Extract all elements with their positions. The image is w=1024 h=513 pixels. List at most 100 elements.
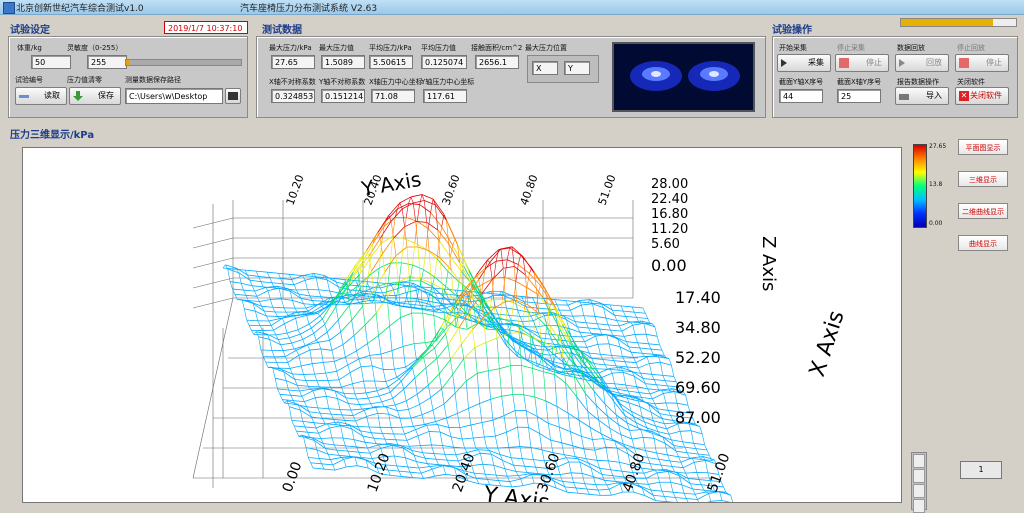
surface-wire [316,424,327,428]
3d-view-button[interactable]: 三维显示 [958,171,1008,187]
surface-wire [440,432,442,446]
y-index-input[interactable]: 25 [837,89,881,103]
surface-wire [448,345,450,360]
pressure-3d-plot[interactable]: 28.0022.4016.8011.205.600.0017.4034.8052… [22,147,902,503]
2d-curve-button[interactable]: 二维曲线显示 [958,203,1008,219]
surface-wire [590,427,601,433]
cursor-tool-icon[interactable] [913,484,925,498]
surface-wire [671,365,673,376]
surface-wire [340,410,342,415]
surface-wire [446,294,448,299]
surface-wire [669,359,671,366]
replay-button[interactable]: 回放 [895,54,949,72]
surface-wire [701,485,703,490]
surface-wire [619,462,621,471]
surface-wire [459,328,461,345]
surface-wire [446,413,457,418]
pan-tool-icon[interactable] [913,469,925,483]
surface-wire [581,304,592,305]
surface-wire [615,315,626,316]
save-path-input[interactable]: C:\Users\w\Desktop [125,88,223,104]
import-button[interactable]: 导入 [895,87,949,105]
stop-icon [959,58,969,68]
minus-icon [19,95,29,98]
surface-wire [514,465,525,466]
surface-wire [509,315,511,320]
browse-button[interactable] [225,88,241,104]
surface-wire [529,351,531,360]
surface-wire [619,322,630,326]
surface-wire [339,380,341,387]
report-label: 报告数据操作 [897,77,939,87]
surface-wire [306,308,308,311]
surface-wire [301,366,303,375]
surface-wire [435,205,437,230]
surface-wire [386,377,397,381]
surface-wire [349,404,360,405]
surface-wire [655,403,666,404]
surface-wire [573,446,575,457]
max-position-group: X Y [527,55,599,83]
corner-value-field[interactable]: 1 [960,461,1002,479]
surface-wire [232,289,243,290]
surface-wire [659,459,661,465]
slider-thumb[interactable] [126,60,129,65]
surface-wire [548,423,559,427]
surface-wire [352,384,354,394]
surface-wire [415,378,417,394]
x-index-input[interactable]: 44 [779,89,823,103]
surface-wire [664,393,666,403]
surface-wire [255,311,257,320]
sensitivity-input[interactable]: 255 [87,55,127,69]
stop-collect-button[interactable]: 停止 [835,54,889,72]
surface-wire [502,396,504,415]
sensitivity-slider[interactable] [125,59,242,66]
graph-tools-palette[interactable] [911,452,927,510]
surface-wire [423,313,434,315]
surface-wire [411,418,413,426]
surface-wire [499,481,510,482]
read-button[interactable]: 读取 [15,87,67,105]
weight-input[interactable]: 50 [31,55,71,69]
surface-wire [549,303,551,309]
surface-wire [435,348,437,358]
surface-wire [394,227,405,238]
plane-view-button[interactable]: 平面图显示 [958,139,1008,155]
save-button-label: 保存 [98,88,114,104]
y-tick-label: 30.60 [535,451,564,494]
surface-wire [392,346,403,350]
measure-section-title: 测试数据 [262,21,302,36]
surface-wire [655,327,657,337]
surface-wire [598,490,600,495]
surface-wire [460,425,471,428]
surface-wire [660,345,662,350]
surface-wire [293,401,304,402]
surface-wire [274,330,276,335]
surface-wire [348,365,350,372]
surface-wire [595,450,597,460]
zoom-tool-icon[interactable] [913,454,925,468]
collect-button[interactable]: 采集 [777,54,831,72]
surface-wire [383,370,385,382]
surface-wire [364,381,366,393]
surface-wire [518,474,529,476]
y-asym-value: 0.151214 [321,89,365,103]
surface-wire [460,428,462,439]
surface-wire [440,432,451,437]
surface-wire [406,394,417,401]
close-software-button[interactable]: ✕ 关闭软件 [955,87,1009,105]
surface-wire [566,301,577,302]
surface-wire [361,303,372,304]
stop-replay-button[interactable]: 停止 [955,54,1009,72]
surface-wire [350,373,352,384]
curve-view-button[interactable]: 曲线显示 [958,235,1008,251]
surface-wire [320,413,331,414]
surface-wire [612,439,623,444]
surface-wire [272,283,283,284]
surface-wire [390,326,392,351]
surface-wire [343,336,354,345]
surface-wire [511,320,522,321]
surface-wire [307,290,309,296]
save-button[interactable]: 保存 [69,87,121,105]
surface-wire [339,455,350,456]
